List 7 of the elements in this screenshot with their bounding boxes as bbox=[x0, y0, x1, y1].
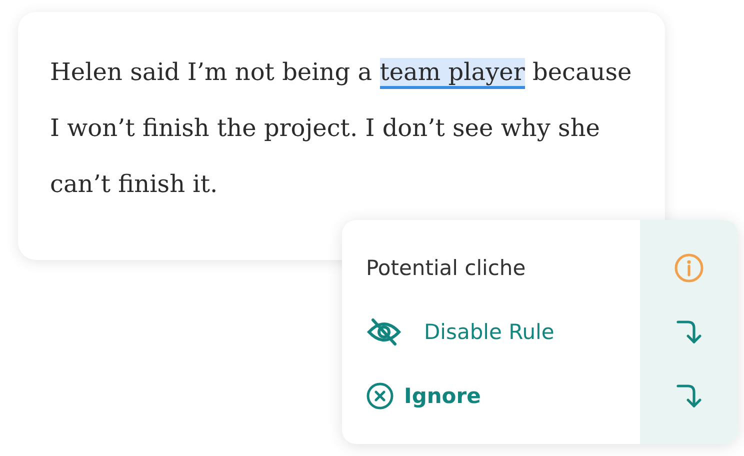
close-circle-icon bbox=[366, 382, 394, 410]
paragraph: Helen said I’m not being a team player because I won’t finish the project. I don’t see why she can’t finish it. bbox=[50, 57, 633, 200]
suggestion-title: Potential cliche bbox=[366, 256, 526, 280]
info-icon bbox=[674, 253, 704, 283]
ignore-button[interactable]: Ignore bbox=[366, 382, 481, 410]
eye-slash-icon bbox=[366, 318, 402, 346]
disable-rule-button[interactable]: Disable Rule bbox=[366, 318, 554, 346]
